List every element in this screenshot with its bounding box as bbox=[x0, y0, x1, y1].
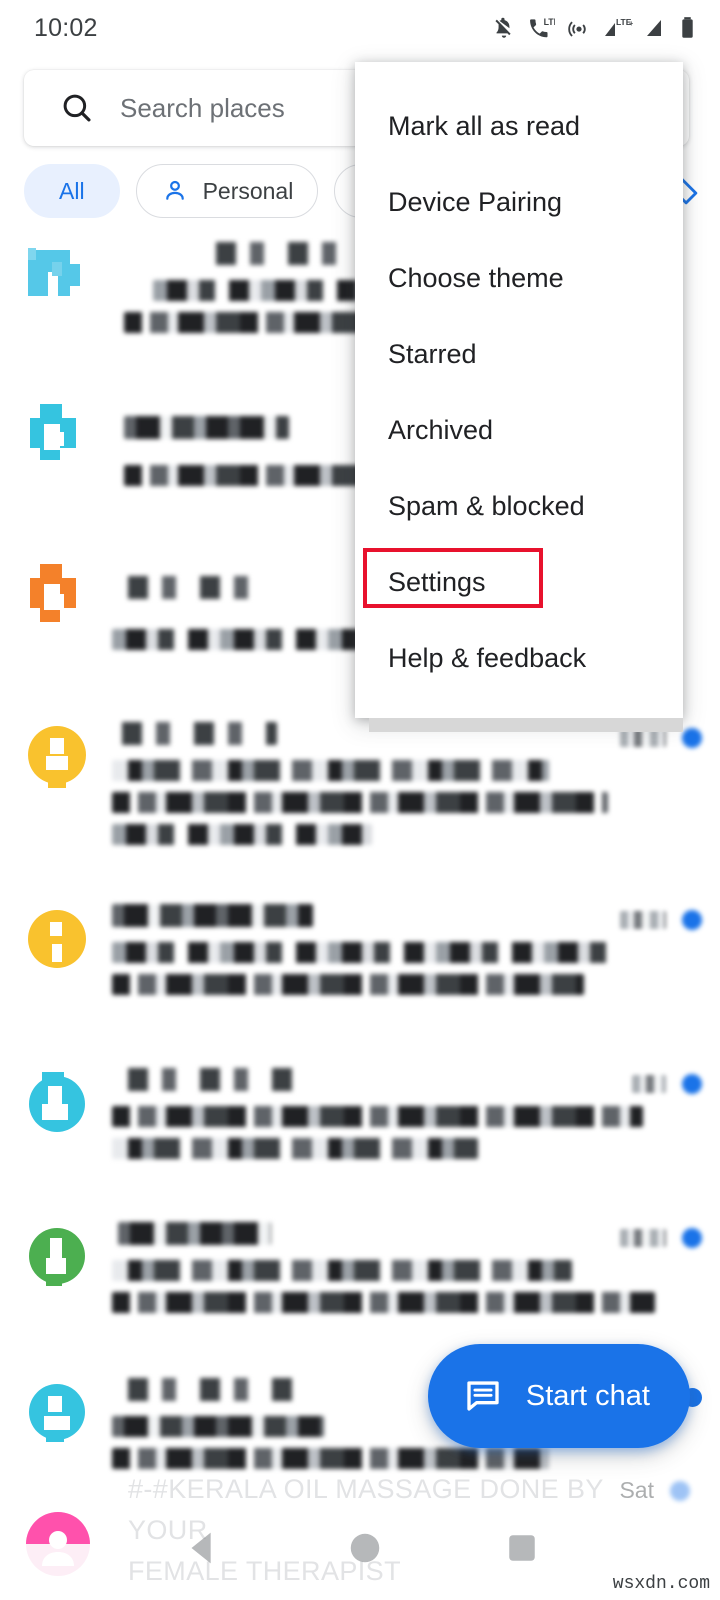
start-chat-button[interactable]: Start chat bbox=[427, 1344, 690, 1448]
notifications-off-icon bbox=[495, 17, 511, 38]
battery-icon bbox=[682, 17, 693, 38]
svg-text:+: + bbox=[629, 19, 633, 28]
chat-snippet-redacted bbox=[112, 1260, 573, 1281]
back-icon[interactable] bbox=[180, 1525, 226, 1571]
status-icon-group: LTE LTE + bbox=[491, 15, 696, 41]
avatar bbox=[24, 564, 90, 630]
menu-item-starred[interactable]: Starred bbox=[355, 316, 683, 392]
chat-list-item[interactable] bbox=[0, 1052, 720, 1206]
chat-snippet-redacted bbox=[112, 792, 608, 813]
menu-item-device-pairing[interactable]: Device Pairing bbox=[355, 164, 683, 240]
avatar bbox=[24, 724, 90, 790]
signal-bars-icon bbox=[647, 20, 661, 36]
chat-preview bbox=[112, 716, 702, 878]
chat-title-redacted bbox=[112, 904, 313, 927]
chat-meta bbox=[620, 910, 702, 930]
status-bar: 10:02 LTE LTE + bbox=[0, 0, 720, 56]
chat-timestamp-redacted bbox=[632, 1075, 666, 1093]
chat-snippet-redacted bbox=[112, 974, 584, 995]
signal-lte-icon: LTE + bbox=[605, 17, 633, 36]
chat-preview bbox=[112, 898, 702, 1042]
system-nav-bar bbox=[0, 1520, 720, 1576]
chat-meta bbox=[632, 1074, 702, 1094]
svg-text:LTE: LTE bbox=[544, 17, 555, 27]
chat-list-item[interactable] bbox=[0, 706, 720, 888]
search-input[interactable]: Search places bbox=[120, 93, 285, 124]
menu-item-mark-all-as-read[interactable]: Mark all as read bbox=[355, 88, 683, 164]
menu-item-label: Settings bbox=[388, 566, 486, 597]
avatar bbox=[24, 1070, 90, 1136]
menu-item-label: Spam & blocked bbox=[388, 490, 585, 521]
avatar bbox=[24, 1224, 90, 1290]
chat-preview bbox=[112, 1216, 702, 1352]
avatar bbox=[24, 244, 90, 310]
chat-list-item[interactable] bbox=[0, 888, 720, 1052]
hotspot-icon bbox=[568, 21, 586, 37]
app-screen: 10:02 LTE LTE + bbox=[0, 0, 720, 1600]
chat-list-item[interactable] bbox=[0, 1206, 720, 1362]
menu-item-label: Device Pairing bbox=[388, 186, 563, 217]
chat-title-redacted bbox=[123, 416, 289, 439]
person-icon bbox=[165, 180, 184, 200]
unread-dot bbox=[682, 728, 702, 748]
chat-snippet-redacted bbox=[112, 1292, 655, 1313]
menu-item-spam-and-blocked[interactable]: Spam & blocked bbox=[355, 468, 683, 544]
chat-snippet-redacted bbox=[112, 1106, 643, 1127]
call-lte-icon: LTE bbox=[530, 17, 555, 38]
chat-snippet-redacted bbox=[112, 1416, 325, 1437]
menu-item-settings[interactable]: Settings bbox=[355, 544, 683, 620]
avatar bbox=[24, 404, 90, 470]
menu-bottom-divider bbox=[369, 718, 683, 732]
chat-title-redacted bbox=[117, 1222, 272, 1245]
chat-meta bbox=[620, 1228, 702, 1248]
recents-icon[interactable] bbox=[504, 1530, 540, 1566]
chat-timestamp-redacted bbox=[620, 1229, 666, 1247]
menu-item-help-and-feedback[interactable]: Help & feedback bbox=[355, 620, 683, 696]
avatar bbox=[24, 1380, 90, 1446]
menu-item-archived[interactable]: Archived bbox=[355, 392, 683, 468]
chat-title-redacted bbox=[117, 576, 272, 599]
start-chat-label: Start chat bbox=[525, 1379, 650, 1412]
unread-dot bbox=[682, 1228, 702, 1248]
menu-item-label: Choose theme bbox=[388, 262, 564, 293]
chat-snippet-redacted bbox=[112, 824, 372, 845]
status-time: 10:02 bbox=[34, 13, 98, 42]
chat-timestamp-redacted bbox=[620, 911, 666, 929]
chat-title-redacted bbox=[112, 722, 278, 745]
menu-item-label: Mark all as read bbox=[388, 110, 581, 141]
watermark: wsxdn.com bbox=[612, 1574, 710, 1594]
chat-snippet-redacted bbox=[112, 1138, 478, 1159]
filter-chip-personal[interactable]: Personal bbox=[135, 164, 319, 218]
unread-dot bbox=[682, 910, 702, 930]
home-icon[interactable] bbox=[346, 1529, 384, 1567]
chat-snippet-redacted bbox=[112, 942, 608, 963]
avatar bbox=[24, 906, 90, 972]
menu-item-choose-theme[interactable]: Choose theme bbox=[355, 240, 683, 316]
search-icon bbox=[63, 94, 91, 122]
filter-chip-personal-label: Personal bbox=[202, 177, 294, 204]
chat-title-redacted bbox=[117, 1378, 295, 1401]
chat-message-icon bbox=[467, 1381, 499, 1411]
chat-preview bbox=[112, 1062, 702, 1196]
overflow-menu: Mark all as read Device Pairing Choose t… bbox=[355, 62, 683, 732]
chat-title-redacted bbox=[117, 1068, 295, 1091]
chat-snippet-redacted bbox=[112, 760, 549, 781]
menu-item-label: Starred bbox=[388, 338, 477, 369]
chat-snippet-redacted bbox=[112, 1448, 549, 1469]
unread-dot bbox=[682, 1074, 702, 1094]
filter-chip-all[interactable]: All bbox=[24, 164, 120, 218]
menu-item-label: Help & feedback bbox=[388, 642, 587, 673]
menu-item-label: Archived bbox=[388, 414, 494, 445]
filter-chip-all-label: All bbox=[59, 177, 85, 204]
